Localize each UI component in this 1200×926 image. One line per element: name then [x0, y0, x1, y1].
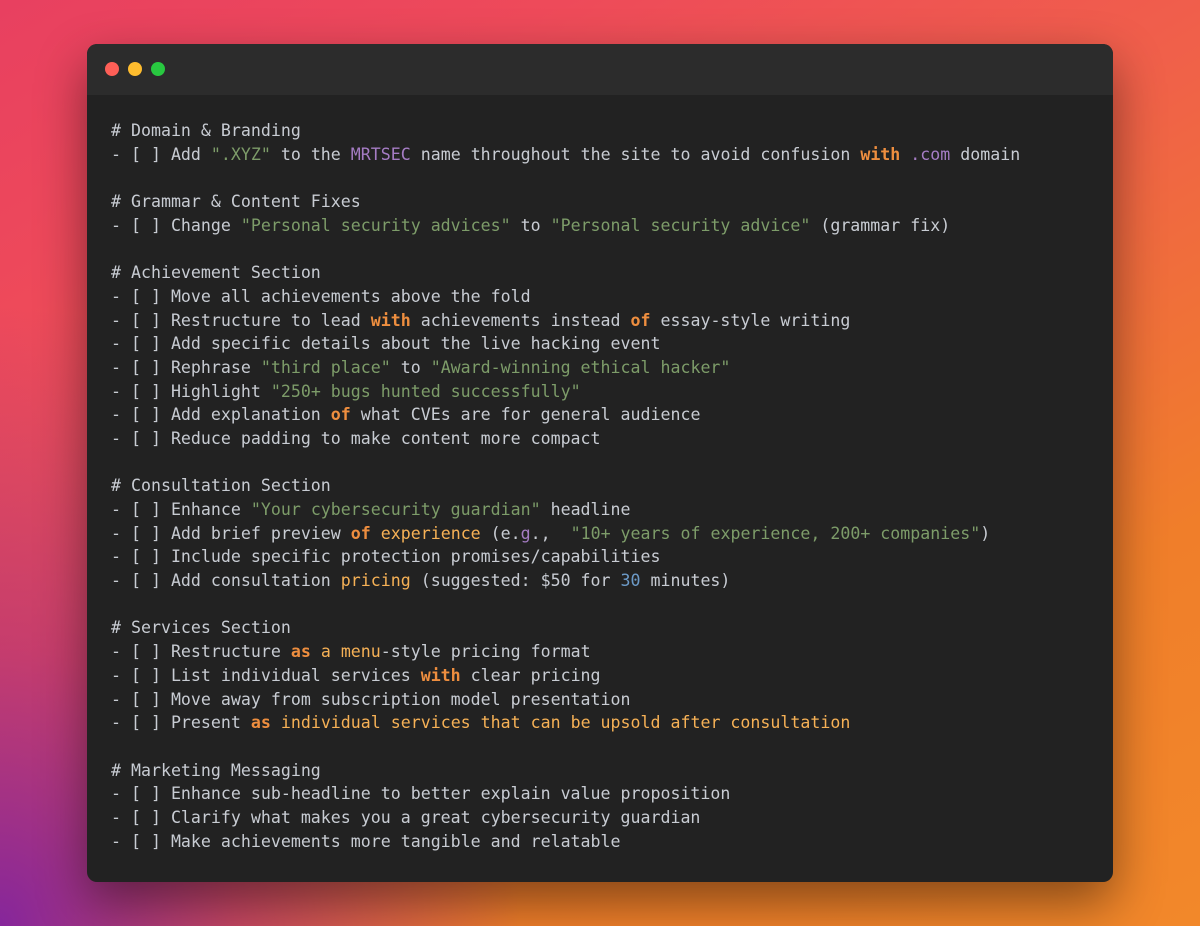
string-token: "third place" [260, 357, 391, 377]
keyword-token: pricing [340, 571, 411, 591]
todo-item[interactable]: - [ ] Present as individual services tha… [111, 711, 1103, 735]
todo-item[interactable]: - [ ] Restructure to lead with achieveme… [111, 309, 1103, 333]
string-token: "Personal security advices" [240, 215, 511, 235]
todo-item[interactable]: - [ ] Move away from subscription model … [111, 688, 1103, 712]
todo-item[interactable]: - [ ] Make achievements more tangible an… [111, 830, 1103, 854]
todo-item[interactable]: - [ ] List individual services with clea… [111, 664, 1103, 688]
todo-item[interactable]: - [ ] Enhance "Your cybersecurity guardi… [111, 498, 1103, 522]
string-token: "Personal security advice" [550, 215, 811, 235]
todo-item[interactable]: - [ ] Reduce padding to make content mor… [111, 427, 1103, 451]
keyword-token: with [420, 665, 461, 685]
section-heading-achievement: # Achievement Section [111, 263, 321, 283]
number-token: 30 [620, 571, 641, 591]
section-heading-grammar-content: # Grammar & Content Fixes [111, 192, 361, 212]
keyword-token: individual services that can be upsold a… [280, 713, 851, 733]
section-heading-domain-branding: # Domain & Branding [111, 121, 301, 140]
keyword-token: experience [380, 523, 481, 543]
todo-item[interactable]: - [ ] Add consultation pricing (suggeste… [111, 569, 1103, 593]
todo-item[interactable]: - [ ] Rephrase "third place" to "Award-w… [111, 356, 1103, 380]
keyword-token: with [860, 144, 901, 164]
identifier-token: MRTSEC [350, 144, 411, 164]
section-heading-marketing: # Marketing Messaging [111, 760, 321, 780]
keyword-token: menu [340, 642, 381, 662]
todo-item[interactable]: - [ ] Change "Personal security advices"… [111, 214, 1103, 238]
identifier-token: .com [910, 144, 951, 164]
todo-item[interactable]: - [ ] Move all achievements above the fo… [111, 285, 1103, 309]
todo-item[interactable]: - [ ] Add specific details about the liv… [111, 332, 1103, 356]
close-window-icon[interactable] [105, 62, 119, 76]
todo-item[interactable]: - [ ] Restructure as a menu-style pricin… [111, 640, 1103, 664]
string-token: "10+ years of experience, 200+ companies… [570, 523, 981, 543]
keyword-token: of [350, 523, 371, 543]
section-heading-services: # Services Section [111, 618, 291, 638]
todo-item[interactable]: - [ ] Highlight "250+ bugs hunted succes… [111, 380, 1103, 404]
keyword-token: a [320, 642, 331, 662]
todo-item[interactable]: - [ ] Add brief preview of experience (e… [111, 522, 1103, 546]
string-token: "Your cybersecurity guardian" [250, 500, 541, 519]
code-editor: # Domain & Branding - [ ] Add ".XYZ" to … [111, 119, 1103, 853]
keyword-token: as [290, 642, 311, 662]
string-token: ".XYZ" [210, 144, 271, 164]
zoom-window-icon[interactable] [151, 62, 165, 76]
keyword-token: as [250, 713, 271, 733]
window-titlebar [87, 44, 1113, 95]
todo-item[interactable]: - [ ] Include specific protection promis… [111, 545, 1103, 569]
keyword-token: of [630, 310, 651, 330]
todo-item[interactable]: - [ ] Clarify what makes you a great cyb… [111, 806, 1103, 830]
keyword-token: of [330, 405, 351, 425]
todo-item[interactable]: - [ ] Add ".XYZ" to the MRTSEC name thro… [111, 143, 1103, 167]
string-token: "250+ bugs hunted successfully" [270, 381, 581, 401]
minimize-window-icon[interactable] [128, 62, 142, 76]
string-token: "Award-winning ethical hacker" [430, 357, 731, 377]
section-heading-consultation: # Consultation Section [111, 476, 331, 496]
todo-item[interactable]: - [ ] Enhance sub-headline to better exp… [111, 782, 1103, 806]
identifier-token: g [520, 523, 531, 543]
keyword-token: with [370, 310, 411, 330]
code-window: # Domain & Branding - [ ] Add ".XYZ" to … [87, 44, 1113, 882]
todo-item[interactable]: - [ ] Add explanation of what CVEs are f… [111, 403, 1103, 427]
